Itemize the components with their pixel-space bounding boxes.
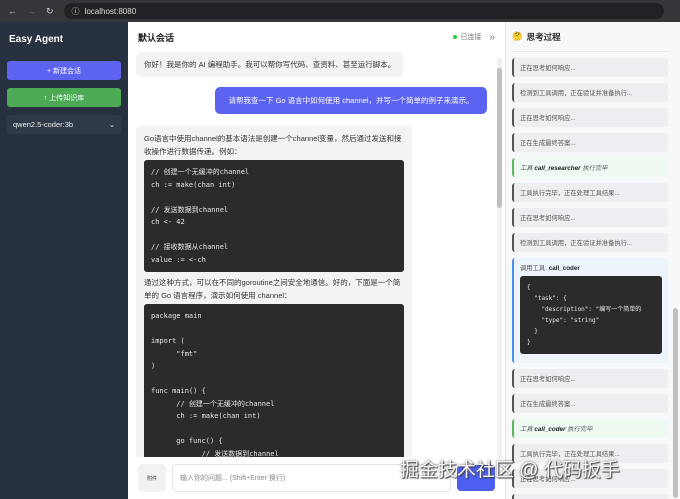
thinking-item: 正在思考如何响应... — [512, 58, 668, 77]
chevron-down-icon: ⌄ — [108, 120, 115, 129]
browser-toolbar: ← → ↻ ⓘ localhost:8080 — [0, 0, 680, 22]
thinking-title: 思考过程 — [526, 31, 561, 42]
thinking-item: 正在生成最终答案... — [512, 133, 668, 152]
thinking-item: 正在生成最终答案... — [512, 494, 668, 499]
ai-message: Go语言中使用channel的基本语法是创建一个channel变量，然后通过发送… — [136, 126, 412, 457]
collapse-panel-button[interactable]: » — [489, 32, 495, 43]
thinking-item: 调用工具: call_coder { "task": { "description… — [512, 258, 668, 363]
ai-text: 通过这种方式，可以在不同的goroutine之间安全地通信。好的，下面是一个简单… — [144, 278, 401, 300]
thinking-item: 工具执行完毕，正在处理工具结果... — [512, 183, 668, 202]
item-suffix: 执行完毕 — [567, 426, 593, 433]
brand-title: Easy Agent — [9, 34, 64, 45]
ai-message: 你好！我是你的 AI 编程助手。我可以帮你写代码、查资料、甚至运行脚本。 — [136, 52, 404, 77]
input-placeholder: 输入你的问题... (Shift+Enter 换行) — [180, 475, 286, 482]
item-prefix: 工具 — [520, 426, 533, 433]
tool-args-code: { "task": { "description": "编写一个简单的 "typ… — [520, 276, 662, 354]
user-message: 请帮我查一下 Go 语言中如何使用 channel，并写一个简单的例子来演示。 — [215, 87, 487, 114]
sidebar: Easy Agent + 新建会话 ↑ 上传知识库 qwen2.5-coder:… — [0, 22, 128, 499]
upload-knowledge-button[interactable]: ↑ 上传知识库 — [7, 88, 121, 107]
thinking-item: 正在思考如何响应... — [512, 369, 668, 388]
item-prefix: 工具 — [520, 165, 533, 172]
code-block: // 创建一个无缓冲的channel ch := make(chan int) … — [144, 160, 404, 272]
status-dot-icon — [453, 35, 458, 39]
chat-scrollbar[interactable] — [497, 58, 502, 459]
forward-icon[interactable]: → — [27, 6, 36, 16]
thinking-emoji-icon: 🤔 — [512, 31, 523, 41]
model-value: qwen2.5-coder:3b — [13, 120, 74, 129]
attach-button[interactable]: 附件 — [138, 464, 166, 492]
item-prefix: 调用工具: — [520, 265, 547, 272]
code-block: package main import ( "fmt" ) func main(… — [144, 304, 404, 457]
status-text: 已连接 — [460, 34, 482, 41]
chat-panel: 默认会话 已连接 » 你好！我是你的 AI 编程助手。我可以帮你写代码、查资料、甚… — [128, 22, 505, 499]
site-info-icon[interactable]: ⓘ — [72, 6, 80, 17]
thinking-item: 工具 call_coder 执行完毕 — [512, 419, 668, 438]
thinking-list: 正在思考如何响应... 检测到工具调用，正在验证并准备执行... 正在思考如何响应.… — [512, 58, 668, 499]
back-icon[interactable]: ← — [8, 6, 17, 16]
thinking-item: 工具 call_researcher 执行完毕 — [512, 158, 668, 177]
chat-title: 默认会话 — [138, 32, 175, 43]
thinking-item: 正在思考如何响应... — [512, 208, 668, 227]
model-select[interactable]: qwen2.5-coder:3b ⌄ — [7, 115, 121, 134]
chat-input[interactable]: 输入你的问题... (Shift+Enter 换行) — [172, 464, 451, 492]
reload-icon[interactable]: ↻ — [46, 6, 54, 17]
new-chat-button[interactable]: + 新建会话 — [7, 61, 121, 80]
connection-status: 已连接 — [453, 32, 481, 42]
tool-name: call_coder — [548, 265, 580, 272]
message-list: 你好！我是你的 AI 编程助手。我可以帮你写代码、查资料、甚至运行脚本。 请帮我… — [128, 52, 505, 457]
thinking-panel: 🤔 思考过程 正在思考如何响应... 检测到工具调用，正在验证并准备执行... 正在思… — [505, 22, 680, 499]
address-bar[interactable]: ⓘ localhost:8080 — [63, 3, 664, 19]
thinking-item: 正在思考如何响应... — [512, 469, 668, 488]
send-button[interactable] — [457, 465, 495, 491]
thinking-item: 检测到工具调用，正在验证并准备执行... — [512, 83, 668, 102]
thinking-scrollbar[interactable] — [673, 58, 678, 499]
item-suffix: 执行完毕 — [582, 165, 608, 172]
tool-name: call_coder — [534, 426, 566, 433]
ai-text: Go语言中使用channel的基本语法是创建一个channel变量，然后通过发送… — [144, 134, 402, 156]
attach-label: 附件 — [146, 475, 157, 482]
thinking-item: 检测到工具调用，正在验证并准备执行... — [512, 233, 668, 252]
thinking-item: 正在生成最终答案... — [512, 394, 668, 413]
url-text: localhost:8080 — [84, 6, 137, 16]
thinking-item: 工具执行完毕，正在处理工具结果... — [512, 444, 668, 463]
thinking-item: 正在思考如何响应... — [512, 108, 668, 127]
tool-name: call_researcher — [534, 165, 581, 172]
